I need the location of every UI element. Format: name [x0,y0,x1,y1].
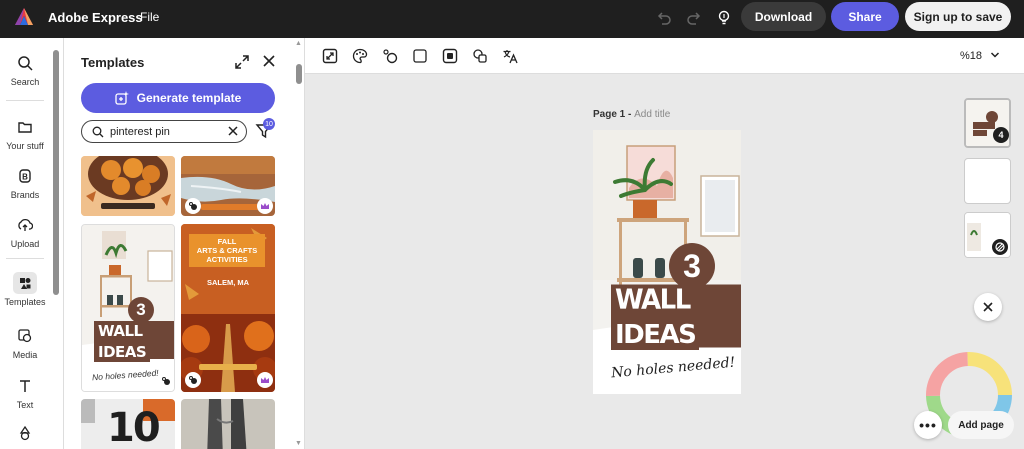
redo-icon[interactable] [684,8,704,28]
lightbulb-icon[interactable] [714,8,734,28]
rail-scrollbar[interactable] [53,50,59,295]
duplicate-icon[interactable] [472,48,488,64]
chevron-down-icon[interactable] [990,50,1000,60]
fall-place: SALEM, MA [206,278,250,287]
page-layer-count: 4 [993,127,1009,143]
page-thumb-1[interactable]: 4 [964,98,1011,148]
app-title: Adobe Express [48,10,143,25]
scroll-up-arrow-icon[interactable]: ▲ [295,40,302,47]
template-thumb-wall-art[interactable]: 3 WALL ART IDEAS No holes needed! [81,224,175,392]
upload-icon [13,214,37,236]
rail-label: Upload [10,239,40,249]
svg-text:B: B [22,173,28,182]
design-line2[interactable]: IDEAS [611,320,700,350]
canvas-toolbar: %18 [305,38,1024,74]
animate-icon[interactable] [382,48,398,64]
page-thumb-3[interactable] [964,212,1011,258]
design-canvas[interactable]: 3 WALL ART IDEAS No holes needed! [593,130,741,394]
page-label: Page 1 - Add title [593,109,670,120]
top-bar: Adobe Express File Download Share Sign u… [0,0,1024,38]
search-icon [92,126,104,137]
template-search-input[interactable]: pinterest pin [81,120,247,143]
fall-title: FALL ARTS & CRAFTS ACTIVITIES [189,234,265,267]
rail-item-upload[interactable]: Upload [0,214,50,249]
rail-label: Search [10,77,40,87]
design-number[interactable]: 3 [669,243,715,289]
file-menu[interactable]: File [140,10,159,24]
zoom-level[interactable]: %18 [960,50,982,62]
premium-crown-icon [257,198,273,214]
animated-badge-icon [185,198,201,214]
adobe-express-logo-icon[interactable] [14,7,34,27]
rail-label: Your stuff [6,141,44,151]
rail-label: Templates [4,297,46,307]
wall-art-number: 3 [128,297,154,323]
templates-icon [13,272,37,294]
premium-crown-icon [257,372,273,388]
rail-item-your-stuff[interactable]: Your stuff [0,116,50,151]
elements-icon [13,422,37,444]
filter-count-badge: 10 [263,118,275,130]
search-value: pinterest pin [110,125,170,138]
animated-badge-icon [185,372,201,388]
page-number-label: Page 1 - [593,109,635,120]
page-thumb-style-icon [992,239,1008,255]
left-rail: Search Your stuff B Brands Upload Templa… [0,38,64,449]
rail-item-text[interactable]: Text [0,375,50,410]
rail-divider [6,100,44,101]
expand-icon[interactable] [234,54,250,70]
generate-template-button[interactable]: Generate template [81,83,275,113]
undo-icon[interactable] [654,8,674,28]
template-thumb-cookies[interactable] [81,156,175,216]
download-button[interactable]: Download [741,2,826,31]
rail-item-templates[interactable]: Templates [0,272,50,307]
search-icon [13,52,37,74]
template-thumb-fall-crafts[interactable]: FALL ARTS & CRAFTS ACTIVITIES SALEM, MA [181,224,275,392]
media-icon [13,325,37,347]
panel-scrollbar[interactable] [296,64,302,84]
rail-item-brands[interactable]: B Brands [0,165,50,200]
add-title-link[interactable]: Add title [634,109,670,120]
design-artwork [593,130,741,394]
rail-item-elements[interactable] [0,422,50,447]
rail-label: Media [12,350,38,360]
ten-label: 10 [107,405,161,449]
generate-sparkle-icon [114,91,129,105]
text-icon [13,375,37,397]
palette-icon[interactable] [352,48,368,64]
close-icon [983,302,993,312]
clear-search-icon[interactable] [228,126,238,136]
template-thumb-ten[interactable]: 10 [81,399,175,449]
frame-icon[interactable] [442,48,458,64]
close-button[interactable] [974,293,1002,321]
folder-icon [13,116,37,138]
template-thumb-legs[interactable] [181,399,275,449]
more-options-button[interactable]: ••• [914,411,942,439]
templates-panel: Templates Generate template pinterest pi… [64,38,305,449]
close-panel-icon[interactable] [262,54,276,68]
animated-badge-icon [158,373,174,389]
template-thumb-river[interactable] [181,156,275,216]
resize-icon[interactable] [322,48,338,64]
rail-item-search[interactable]: Search [0,52,50,87]
rail-divider [6,258,44,259]
shape-icon[interactable] [412,48,428,64]
generate-template-label: Generate template [136,91,242,105]
panel-title: Templates [81,55,145,70]
brand-icon: B [13,165,37,187]
scroll-down-arrow-icon[interactable]: ▼ [295,440,302,447]
rail-label: Text [16,400,34,410]
share-button[interactable]: Share [831,2,899,31]
translate-icon[interactable] [502,48,518,64]
rail-item-media[interactable]: Media [0,325,50,360]
wall-art-line2: IDEAS [94,342,151,362]
rail-label: Brands [10,190,40,200]
page-thumb-2[interactable] [964,158,1011,204]
sign-up-button[interactable]: Sign up to save [905,2,1011,31]
add-page-button[interactable]: Add page [948,411,1014,439]
